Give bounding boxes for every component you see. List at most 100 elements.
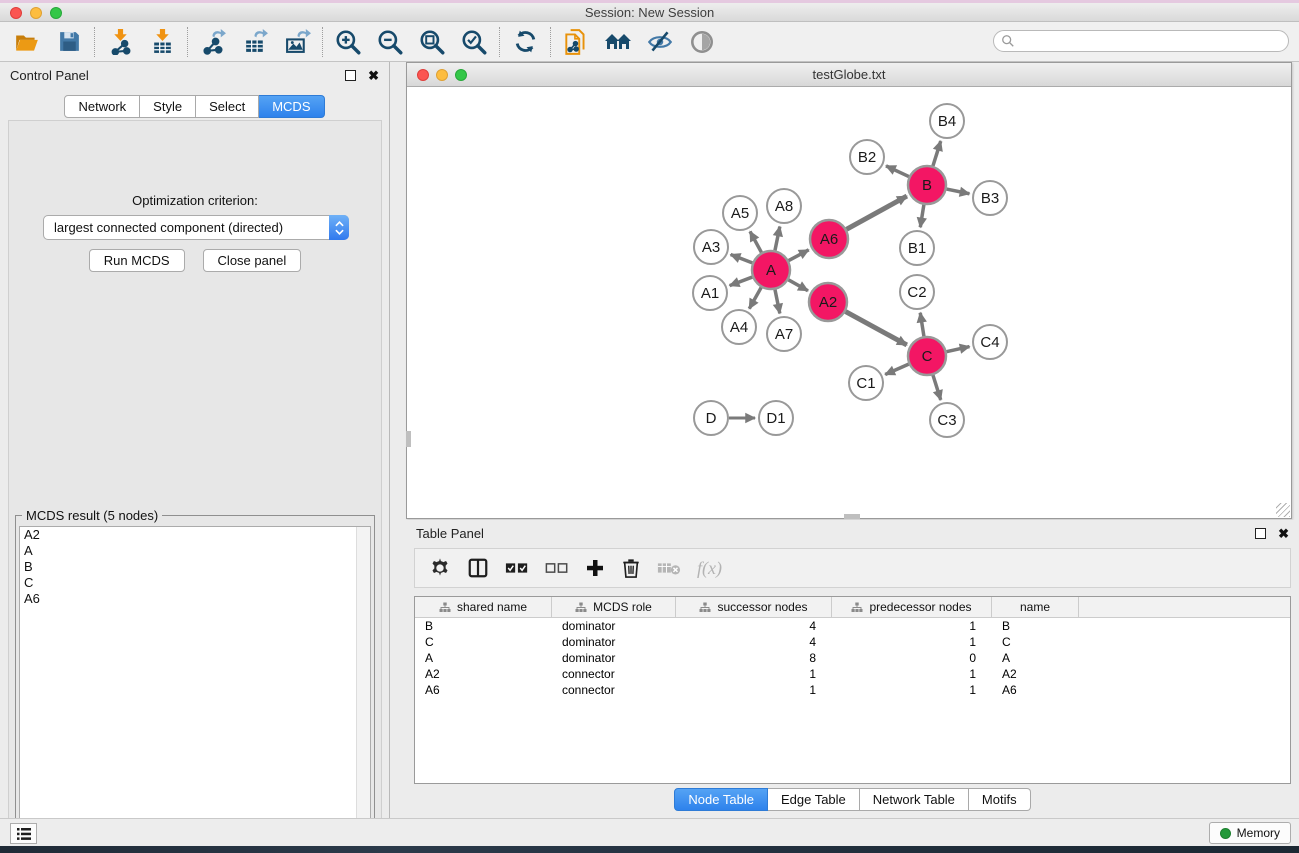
table-cell[interactable]: dominator [552, 634, 676, 650]
table-cell[interactable]: 4 [676, 634, 832, 650]
table-cell[interactable]: 0 [832, 650, 992, 666]
home-networks-icon[interactable] [603, 27, 633, 57]
mcds-result-item[interactable]: C [20, 575, 370, 591]
column-header-shared-name[interactable]: shared name [415, 597, 552, 617]
import-network-icon[interactable] [105, 27, 135, 57]
tab-motifs[interactable]: Motifs [969, 788, 1031, 811]
mcds-result-item[interactable]: A6 [20, 591, 370, 607]
export-table-icon[interactable] [240, 27, 270, 57]
mcds-result-item[interactable]: A [20, 543, 370, 559]
column-header-MCDS-role[interactable]: MCDS role [552, 597, 676, 617]
graph-edge-B-B3[interactable] [947, 189, 970, 194]
graph-edge-B-B2[interactable] [886, 166, 909, 177]
graphics-details-eye-icon[interactable] [687, 27, 717, 57]
select-all-columns-icon[interactable] [505, 561, 529, 575]
graph-edge-A2-C[interactable] [846, 312, 907, 345]
tab-node-table[interactable]: Node Table [674, 788, 768, 811]
table-cell[interactable]: connector [552, 666, 676, 682]
zoom-out-icon[interactable] [375, 27, 405, 57]
table-cell[interactable]: 1 [832, 618, 992, 634]
network-maximize-button[interactable] [455, 69, 467, 81]
graph-edge-A-A1[interactable] [730, 277, 753, 286]
horizontal-scroll-nub[interactable] [844, 514, 860, 519]
memory-button[interactable]: Memory [1209, 822, 1291, 844]
minimize-window-button[interactable] [30, 7, 42, 19]
mcds-result-item[interactable]: A2 [20, 527, 370, 543]
table-cell[interactable]: C [415, 634, 552, 650]
graph-edge-A-A3[interactable] [731, 255, 753, 263]
table-cell[interactable]: 1 [832, 666, 992, 682]
table-cell[interactable]: A6 [992, 682, 1079, 698]
graph-edge-A6-B[interactable] [847, 196, 907, 229]
graph-edge-A-A5[interactable] [750, 231, 761, 252]
column-header-predecessor-nodes[interactable]: predecessor nodes [832, 597, 992, 617]
table-cell[interactable]: A2 [992, 666, 1079, 682]
table-cell[interactable]: dominator [552, 618, 676, 634]
close-window-button[interactable] [10, 7, 22, 19]
table-cell[interactable]: 1 [676, 666, 832, 682]
graph-edge-A-A2[interactable] [788, 280, 808, 291]
graph-edge-C-C1[interactable] [885, 364, 909, 374]
run-mcds-button[interactable]: Run MCDS [89, 249, 185, 272]
search-input[interactable] [1015, 32, 1288, 50]
column-header-successor-nodes[interactable]: successor nodes [676, 597, 832, 617]
task-history-button[interactable] [10, 823, 37, 844]
graph-edge-A-A4[interactable] [749, 287, 761, 308]
table-cell[interactable]: 1 [832, 634, 992, 650]
import-table-icon[interactable] [147, 27, 177, 57]
zoom-in-icon[interactable] [333, 27, 363, 57]
hide-annotations-icon[interactable] [645, 27, 675, 57]
create-column-icon[interactable] [585, 558, 605, 578]
tab-network[interactable]: Network [64, 95, 140, 118]
graph-edge-C-C2[interactable] [920, 313, 924, 336]
table-cell[interactable]: B [992, 618, 1079, 634]
float-panel-icon[interactable] [345, 70, 356, 81]
table-cell[interactable]: dominator [552, 650, 676, 666]
close-panel-button[interactable]: Close panel [203, 249, 302, 272]
tab-style[interactable]: Style [140, 95, 196, 118]
export-image-icon[interactable] [282, 27, 312, 57]
network-minimize-button[interactable] [436, 69, 448, 81]
export-network-icon[interactable] [198, 27, 228, 57]
vertical-scroll-nub[interactable] [406, 431, 411, 447]
graph-edge-A-A7[interactable] [775, 290, 780, 314]
table-cell[interactable]: 8 [676, 650, 832, 666]
refresh-icon[interactable] [510, 27, 540, 57]
table-row[interactable]: Bdominator41B [415, 618, 1290, 634]
table-cell[interactable]: 1 [832, 682, 992, 698]
graph-edge-A-A6[interactable] [789, 250, 809, 261]
zoom-selected-icon[interactable] [459, 27, 489, 57]
tab-select[interactable]: Select [196, 95, 259, 118]
table-cell[interactable]: B [415, 618, 552, 634]
close-panel-icon[interactable]: ✖ [368, 70, 379, 81]
delete-table-icon[interactable] [657, 560, 681, 576]
network-canvas[interactable]: AA1A3A5A8A6A2A4A7BB2B4B3B1C2CC4C1C3DD1 [407, 87, 1291, 518]
table-row[interactable]: A2connector11A2 [415, 666, 1290, 682]
graph-edge-A-A8[interactable] [775, 227, 780, 251]
result-list-scrollbar[interactable] [356, 527, 370, 850]
open-folder-icon[interactable] [12, 27, 42, 57]
graph-edge-C-C3[interactable] [933, 375, 941, 400]
table-cell[interactable]: A [415, 650, 552, 666]
table-cell[interactable]: A [992, 650, 1079, 666]
unselect-all-columns-icon[interactable] [545, 561, 569, 575]
table-row[interactable]: Adominator80A [415, 650, 1290, 666]
tab-edge-table[interactable]: Edge Table [768, 788, 860, 811]
show-columns-icon[interactable] [467, 557, 489, 579]
maximize-window-button[interactable] [50, 7, 62, 19]
table-row[interactable]: Cdominator41C [415, 634, 1290, 650]
mcds-result-item[interactable]: B [20, 559, 370, 575]
table-cell[interactable]: 1 [676, 682, 832, 698]
close-table-panel-icon[interactable]: ✖ [1278, 528, 1289, 539]
column-header-name[interactable]: name [992, 597, 1079, 617]
table-cell[interactable]: A6 [415, 682, 552, 698]
zoom-fit-icon[interactable] [417, 27, 447, 57]
tab-mcds[interactable]: MCDS [259, 95, 324, 118]
float-table-panel-icon[interactable] [1255, 528, 1266, 539]
optimization-criterion-select[interactable]: largest connected component (directed) [43, 215, 349, 240]
graph-edge-B-B1[interactable] [920, 205, 924, 228]
save-icon[interactable] [54, 27, 84, 57]
function-builder-icon[interactable]: f(x) [697, 558, 722, 579]
table-row[interactable]: A6connector11A6 [415, 682, 1290, 698]
table-cell[interactable]: A2 [415, 666, 552, 682]
